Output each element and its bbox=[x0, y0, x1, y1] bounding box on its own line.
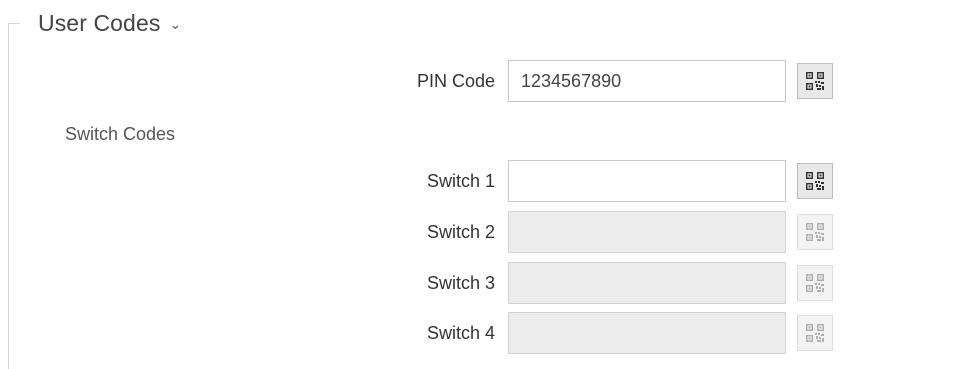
user-codes-panel: User Codes ⌄ PIN Code 1234567890 Switch … bbox=[0, 0, 968, 369]
switch-2-input[interactable] bbox=[508, 211, 786, 253]
switch-codes-heading: Switch Codes bbox=[65, 124, 176, 144]
switch-1-qr-button[interactable] bbox=[797, 163, 833, 199]
switch-1-label: Switch 1 bbox=[426, 171, 495, 191]
pin-code-qr-button[interactable] bbox=[797, 63, 833, 99]
switch-2-label: Switch 2 bbox=[426, 222, 495, 242]
section-toggle[interactable]: User Codes ⌄ bbox=[38, 8, 181, 38]
pin-code-input[interactable] bbox=[508, 60, 786, 102]
pin-code-row: PIN Code bbox=[0, 60, 968, 102]
pin-code-label: PIN Code bbox=[416, 71, 495, 91]
switch-4-row: Switch 4 bbox=[0, 312, 968, 354]
switch-3-label: Switch 3 bbox=[426, 273, 495, 293]
switch-4-label: Switch 4 bbox=[426, 323, 495, 343]
qr-code-icon bbox=[805, 71, 825, 91]
qr-code-icon bbox=[805, 323, 825, 343]
switch-3-input[interactable] bbox=[508, 262, 786, 304]
switch-3-row: Switch 3 bbox=[0, 262, 968, 304]
switch-2-qr-button[interactable] bbox=[797, 214, 833, 250]
switch-4-qr-button[interactable] bbox=[797, 315, 833, 351]
section-border-top bbox=[8, 23, 20, 24]
switch-1-input[interactable] bbox=[508, 160, 786, 202]
qr-code-icon bbox=[805, 171, 825, 191]
switch-3-qr-button[interactable] bbox=[797, 265, 833, 301]
qr-code-icon bbox=[805, 222, 825, 242]
qr-code-icon bbox=[805, 273, 825, 293]
section-title: User Codes bbox=[38, 9, 161, 36]
switch-4-input[interactable] bbox=[508, 312, 786, 354]
switch-1-row: Switch 1 bbox=[0, 160, 968, 202]
chevron-down-icon: ⌄ bbox=[169, 15, 182, 32]
switch-2-row: Switch 2 bbox=[0, 211, 968, 253]
